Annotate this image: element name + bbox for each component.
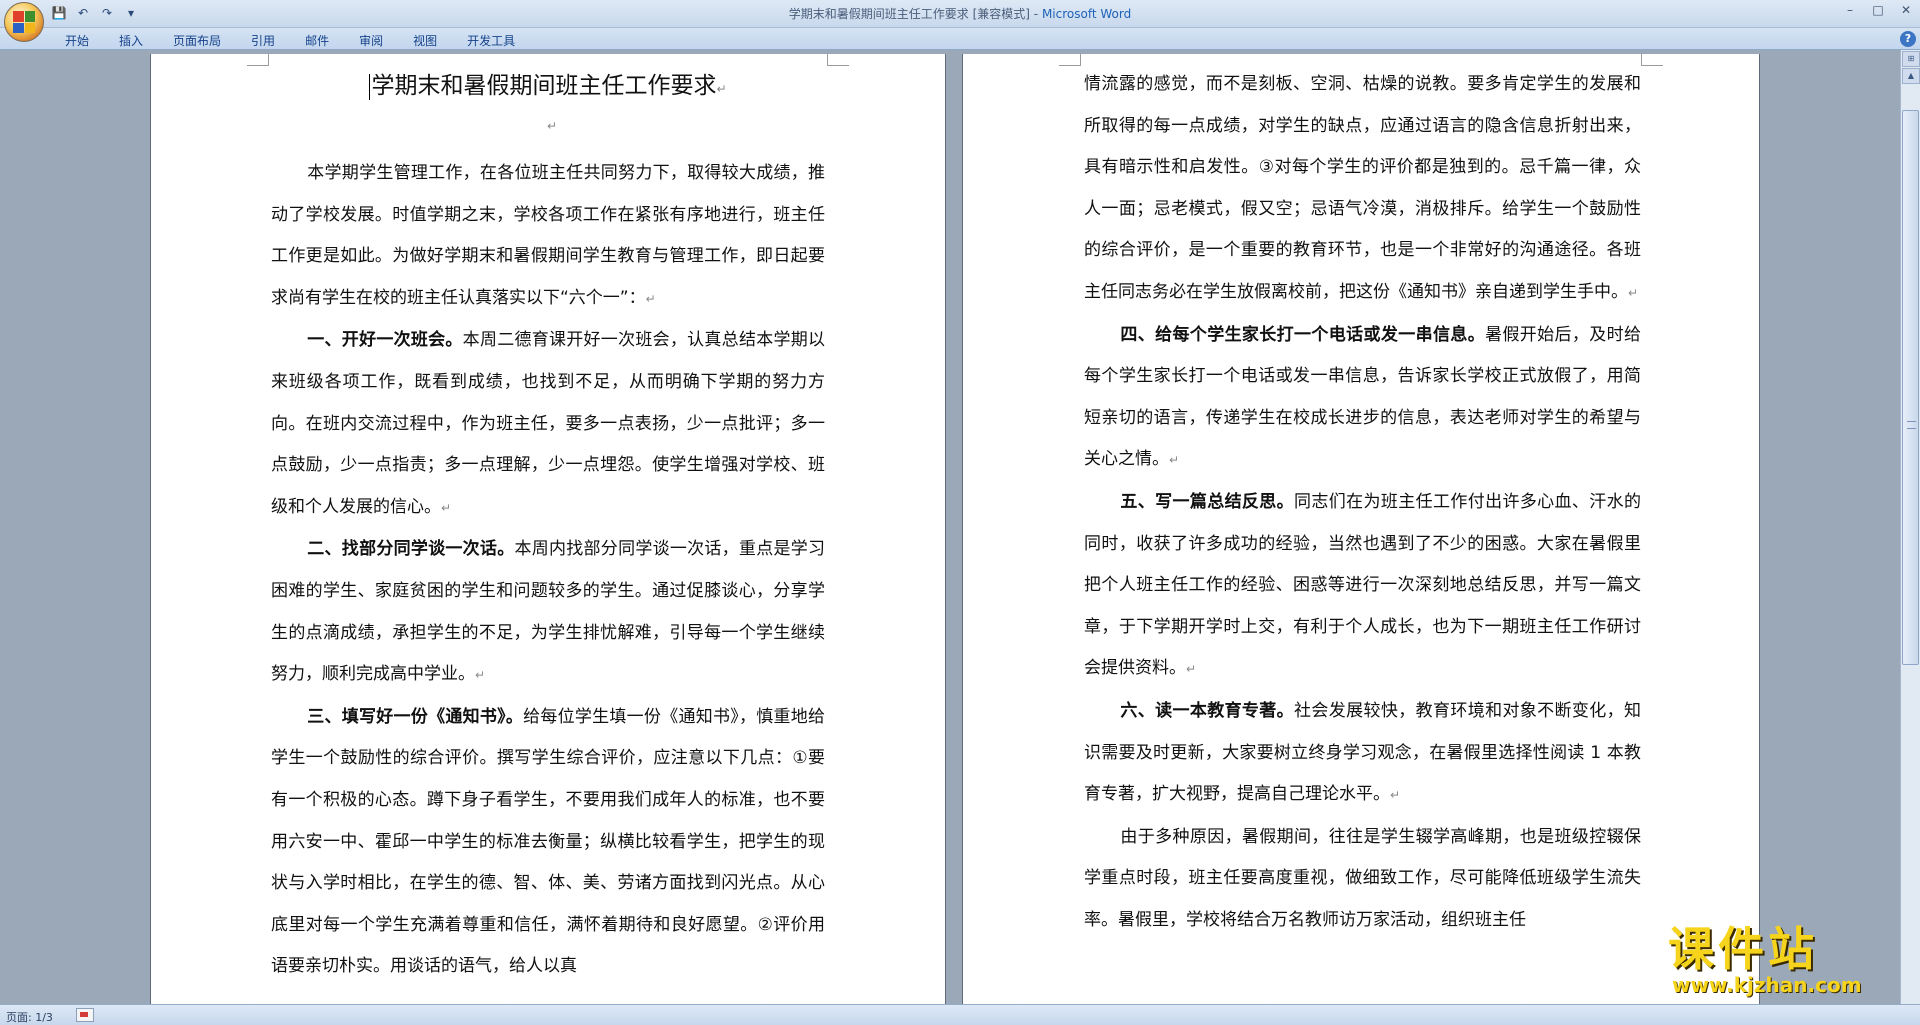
document-title-text: 学期末和暑假期间班主任工作要求 xyxy=(371,73,717,99)
paragraph-heading: 五、写一篇总结反思。 xyxy=(1120,491,1295,512)
paragraph-text: 情流露的感觉，而不是刻板、空洞、枯燥的说教。要多肯定学生的发展和所取得的每一点成… xyxy=(1084,74,1641,302)
page-right-content[interactable]: 情流露的感觉，而不是刻板、空洞、枯燥的说教。要多肯定学生的发展和所取得的每一点成… xyxy=(1084,64,1641,941)
paragraph[interactable]: 由于多种原因，暑假期间，往往是学生辍学高峰期，也是班级控辍保学重点时段，班主任要… xyxy=(1084,817,1641,942)
paragraph-mark: ↵ xyxy=(1186,662,1197,677)
document-workspace: 学期末和暑假期间班主任工作要求↵ ↵ 本学期学生管理工作，在各位班主任共同努力下… xyxy=(0,50,1900,1004)
watermark-url: www.kjzhan.com xyxy=(1672,973,1862,997)
tab-developer[interactable]: 开发工具 xyxy=(452,30,530,51)
tab-page-layout[interactable]: 页面布局 xyxy=(158,30,236,51)
paragraph-text: 本周内找部分同学谈一次话，重点是学习困难的学生、家庭贫困的学生和问题较多的学生。… xyxy=(271,539,826,685)
proofing-icon[interactable] xyxy=(76,1008,94,1022)
watermark-cn: 课件站 xyxy=(1668,922,1818,976)
paragraph-heading: 四、给每个学生家长打一个电话或发一串信息。 xyxy=(1120,324,1486,345)
paragraph-text: 由于多种原因，暑假期间，往往是学生辍学高峰期，也是班级控辍保学重点时段，班主任要… xyxy=(1084,826,1641,930)
page-left[interactable]: 学期末和暑假期间班主任工作要求↵ ↵ 本学期学生管理工作，在各位班主任共同努力下… xyxy=(151,54,945,1004)
paragraph[interactable]: 本学期学生管理工作，在各位班主任共同努力下，取得较大成绩，推动了学校发展。时值学… xyxy=(271,153,825,320)
scrollbar-thumb[interactable] xyxy=(1902,110,1919,665)
paragraph-mark: ↵ xyxy=(547,119,558,133)
crop-mark xyxy=(1641,54,1663,66)
paragraph[interactable]: 六、读一本教育专著。社会发展较快，教育环境和对象不断变化，知识需要及时更新，大家… xyxy=(1084,691,1641,817)
paragraph-heading: 一、开好一次班会。 xyxy=(307,330,463,351)
status-page-count[interactable]: 页面: 1/3 xyxy=(6,1009,53,1025)
paragraph[interactable]: 二、找部分同学谈一次话。本周内找部分同学谈一次话，重点是学习困难的学生、家庭贫困… xyxy=(271,529,825,696)
paragraph-mark: ↵ xyxy=(1628,285,1639,300)
tab-home[interactable]: 开始 xyxy=(50,30,104,51)
minimize-button[interactable]: – xyxy=(1836,0,1864,20)
document-title[interactable]: 学期末和暑假期间班主任工作要求↵ xyxy=(271,64,825,111)
left-paragraphs: 本学期学生管理工作，在各位班主任共同努力下，取得较大成绩，推动了学校发展。时值学… xyxy=(271,153,825,988)
paragraph-text: 本学期学生管理工作，在各位班主任共同努力下，取得较大成绩，推动了学校发展。时值学… xyxy=(271,163,825,308)
watermark-logo: 课件站 www.kjzhan.com xyxy=(1668,924,1904,1002)
close-button[interactable]: ✕ xyxy=(1892,0,1920,20)
window-controls: – □ ✕ xyxy=(1836,0,1920,20)
paragraph[interactable]: 三、填写好一份《通知书》。给每位学生填一份《通知书》，慎重地给学生一个鼓励性的综… xyxy=(271,697,825,988)
title-document: 学期末和暑假期间班主任工作要求 [兼容模式] xyxy=(788,7,1030,21)
tab-mailings[interactable]: 邮件 xyxy=(290,30,344,51)
help-icon[interactable]: ? xyxy=(1900,31,1916,47)
paragraph[interactable]: 五、写一篇总结反思。同志们在为班主任工作付出许多心血、汗水的同时，收获了许多成功… xyxy=(1084,482,1641,691)
tab-references[interactable]: 引用 xyxy=(236,30,290,51)
paragraph-mark: ↵ xyxy=(645,291,656,306)
paragraph-mark: ↵ xyxy=(1169,453,1180,468)
crop-mark xyxy=(247,54,269,66)
crop-mark xyxy=(1059,54,1081,66)
empty-paragraph: ↵ xyxy=(271,111,825,153)
paragraph-mark: ↵ xyxy=(716,82,727,96)
tab-review[interactable]: 审阅 xyxy=(344,30,398,51)
title-separator: - xyxy=(1029,7,1042,21)
scroll-up-icon[interactable]: ▲ xyxy=(1902,68,1920,84)
ribbon-tab-bar: 开始 插入 页面布局 引用 邮件 审阅 视图 开发工具 ? xyxy=(0,28,1920,50)
page-right[interactable]: 情流露的感觉，而不是刻板、空洞、枯燥的说教。要多肯定学生的发展和所取得的每一点成… xyxy=(963,54,1759,1004)
tab-insert[interactable]: 插入 xyxy=(104,30,158,51)
office-logo-icon xyxy=(13,11,35,33)
paragraph-mark: ↵ xyxy=(475,668,486,683)
window-title: 学期末和暑假期间班主任工作要求 [兼容模式] - Microsoft Word xyxy=(0,5,1920,22)
office-button[interactable] xyxy=(4,2,44,42)
paragraph-mark: ↵ xyxy=(441,500,452,515)
grip-icon xyxy=(1907,421,1916,429)
paragraph[interactable]: 四、给每个学生家长打一个电话或发一串信息。暑假开始后，及时给每个学生家长打一个电… xyxy=(1084,315,1641,482)
paragraph-text: 本周二德育课开好一次班会，认真总结本学期以来班级各项工作，既看到成绩，也找到不足… xyxy=(271,330,826,517)
vertical-scrollbar[interactable]: ⊞ ▲ xyxy=(1900,50,1920,1004)
ruler-toggle-icon[interactable]: ⊞ xyxy=(1902,51,1920,67)
status-bar: 页面: 1/3 xyxy=(0,1004,1920,1025)
paragraph-text: 同志们在为班主任工作付出许多心血、汗水的同时，收获了许多成功的经验，当然也遇到了… xyxy=(1084,491,1642,679)
crop-mark xyxy=(827,54,849,66)
paragraph-heading: 六、读一本教育专著。 xyxy=(1120,700,1295,721)
paragraph[interactable]: 情流露的感觉，而不是刻板、空洞、枯燥的说教。要多肯定学生的发展和所取得的每一点成… xyxy=(1084,64,1641,315)
title-bar: 💾 ↶ ↷ ▾ 学期末和暑假期间班主任工作要求 [兼容模式] - Microso… xyxy=(0,0,1920,28)
right-paragraphs: 情流露的感觉，而不是刻板、空洞、枯燥的说教。要多肯定学生的发展和所取得的每一点成… xyxy=(1084,64,1641,941)
ribbon-tabs: 开始 插入 页面布局 引用 邮件 审阅 视图 开发工具 xyxy=(50,30,530,51)
paragraph-text: 给每位学生填一份《通知书》，慎重地给学生一个鼓励性的综合评价。撰写学生综合评价，… xyxy=(271,706,826,977)
paragraph-heading: 三、填写好一份《通知书》。 xyxy=(307,706,524,727)
tab-view[interactable]: 视图 xyxy=(398,30,452,51)
paragraph-text: 暑假开始后，及时给每个学生家长打一个电话或发一串信息，告诉家长学校正式放假了，用… xyxy=(1084,324,1642,470)
paragraph-mark: ↵ xyxy=(1390,788,1401,803)
paragraph-heading: 二、找部分同学谈一次话。 xyxy=(307,539,515,560)
title-app: Microsoft Word xyxy=(1041,7,1132,21)
maximize-button[interactable]: □ xyxy=(1864,0,1892,20)
paragraph[interactable]: 一、开好一次班会。本周二德育课开好一次班会，认真总结本学期以来班级各项工作，既看… xyxy=(271,320,825,529)
page-left-content[interactable]: 学期末和暑假期间班主任工作要求↵ ↵ 本学期学生管理工作，在各位班主任共同努力下… xyxy=(271,64,825,988)
